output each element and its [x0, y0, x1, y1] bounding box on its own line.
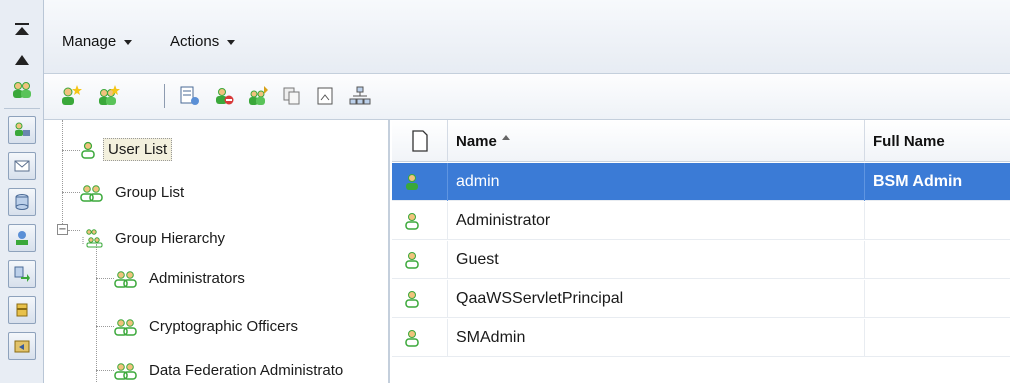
navigation-tree: − User List Group List Group Hierarchy A…	[44, 120, 390, 383]
tree-connector	[96, 244, 97, 383]
tree-item-cryptographic-officers[interactable]: Cryptographic Officers	[114, 316, 302, 337]
column-header-name[interactable]: Name	[448, 120, 865, 162]
manage-menu[interactable]: Manage	[62, 33, 133, 50]
tree-item-label: User List	[103, 138, 173, 161]
row-type-cell	[392, 202, 448, 240]
group-icon	[114, 270, 137, 288]
sort-ascending-icon	[501, 134, 510, 140]
menu-bar: Manage Actions	[44, 0, 1010, 74]
name-cell: admin	[448, 163, 865, 201]
group-icon	[114, 318, 137, 336]
table-header: Name Full Name	[392, 120, 1010, 162]
group-hierarchy-icon	[82, 228, 103, 247]
user-icon	[81, 141, 95, 159]
manage-caret-icon	[124, 40, 133, 45]
actions-menu-label: Actions	[170, 33, 220, 50]
users-groups-icon[interactable]	[6, 74, 38, 106]
table-row[interactable]: admin BSM Admin	[392, 163, 1010, 201]
folder-back-icon[interactable]	[8, 332, 36, 360]
table-row[interactable]: QaaWSServletPrincipal	[392, 280, 1010, 318]
column-header-label: Name	[456, 132, 497, 150]
row-type-cell	[392, 280, 448, 318]
new-user-icon[interactable]	[56, 82, 84, 110]
collapse-top-icon[interactable]	[6, 14, 38, 46]
toolbar	[44, 74, 1010, 120]
group-icon	[114, 362, 137, 380]
database-icon[interactable]	[8, 188, 36, 216]
full-name-cell	[865, 280, 1010, 318]
user-icon	[406, 174, 418, 190]
full-name-cell	[865, 202, 1010, 240]
cylinder-icon[interactable]	[8, 296, 36, 324]
tree-connector	[96, 278, 114, 279]
tree-item-label: Data Federation Administrato	[149, 362, 344, 379]
tree-item-group-hierarchy[interactable]: Group Hierarchy	[80, 228, 229, 249]
network-icon[interactable]	[8, 224, 36, 252]
tree-item-administrators[interactable]: Administrators	[114, 268, 249, 289]
new-group-icon[interactable]	[94, 82, 122, 110]
hierarchy-icon[interactable]	[346, 82, 374, 110]
group-icon	[80, 184, 103, 202]
row-type-cell	[392, 241, 448, 279]
table-row[interactable]: SMAdmin	[392, 319, 1010, 357]
column-header-label: Full Name	[873, 132, 945, 150]
name-cell: SMAdmin	[448, 319, 865, 357]
actions-menu[interactable]: Actions	[170, 33, 236, 50]
column-header-type[interactable]	[392, 120, 448, 162]
tree-connector	[62, 192, 80, 193]
user-icon	[405, 252, 419, 269]
tree-connector	[62, 120, 63, 228]
full-name-cell	[865, 319, 1010, 357]
tree-item-label: Group Hierarchy	[115, 230, 226, 247]
full-name-cell	[865, 241, 1010, 279]
tree-item-user-list[interactable]: User List	[80, 138, 173, 161]
document-icon	[411, 130, 428, 152]
actions-caret-icon	[227, 40, 236, 45]
tree-item-label: Administrators	[149, 270, 245, 287]
row-type-cell	[392, 319, 448, 357]
tree-connector	[96, 326, 114, 327]
mail-icon[interactable]	[8, 152, 36, 180]
transfer-icon[interactable]	[8, 260, 36, 288]
user-icon	[405, 330, 419, 347]
table-row[interactable]: Administrator	[392, 202, 1010, 240]
tree-item-group-list[interactable]: Group List	[80, 182, 188, 203]
disable-user-icon[interactable]	[210, 82, 238, 110]
collapse-up-icon[interactable]	[6, 44, 38, 76]
copy-object-icon[interactable]	[278, 82, 306, 110]
join-group-icon[interactable]	[244, 82, 272, 110]
left-navigation-bar	[0, 0, 44, 383]
toolbar-divider	[164, 84, 165, 108]
user-icon	[405, 213, 419, 230]
name-cell: QaaWSServletPrincipal	[448, 280, 865, 318]
full-name-cell: BSM Admin	[873, 173, 963, 190]
user-icon	[405, 291, 419, 308]
tree-item-label: Cryptographic Officers	[149, 318, 298, 335]
tree-item-label: Group List	[115, 184, 185, 201]
collapse-toggle-icon[interactable]: −	[57, 224, 68, 235]
details-icon[interactable]	[312, 82, 340, 110]
row-type-cell	[392, 163, 448, 201]
users-table: Name Full Name admin BSM Admin Administr…	[392, 120, 1010, 383]
left-bar-divider	[4, 108, 40, 109]
tree-connector	[62, 150, 80, 151]
tree-item-data-federation-administrators[interactable]: Data Federation Administrato	[114, 360, 347, 381]
manage-menu-label: Manage	[62, 33, 117, 50]
tree-connector	[68, 230, 80, 231]
user-settings-icon[interactable]	[8, 116, 36, 144]
name-cell: Guest	[448, 241, 865, 279]
properties-icon[interactable]	[176, 82, 204, 110]
tree-connector	[96, 370, 114, 371]
name-cell: Administrator	[448, 202, 865, 240]
table-row[interactable]: Guest	[392, 241, 1010, 279]
column-header-full-name[interactable]: Full Name	[865, 120, 1010, 162]
